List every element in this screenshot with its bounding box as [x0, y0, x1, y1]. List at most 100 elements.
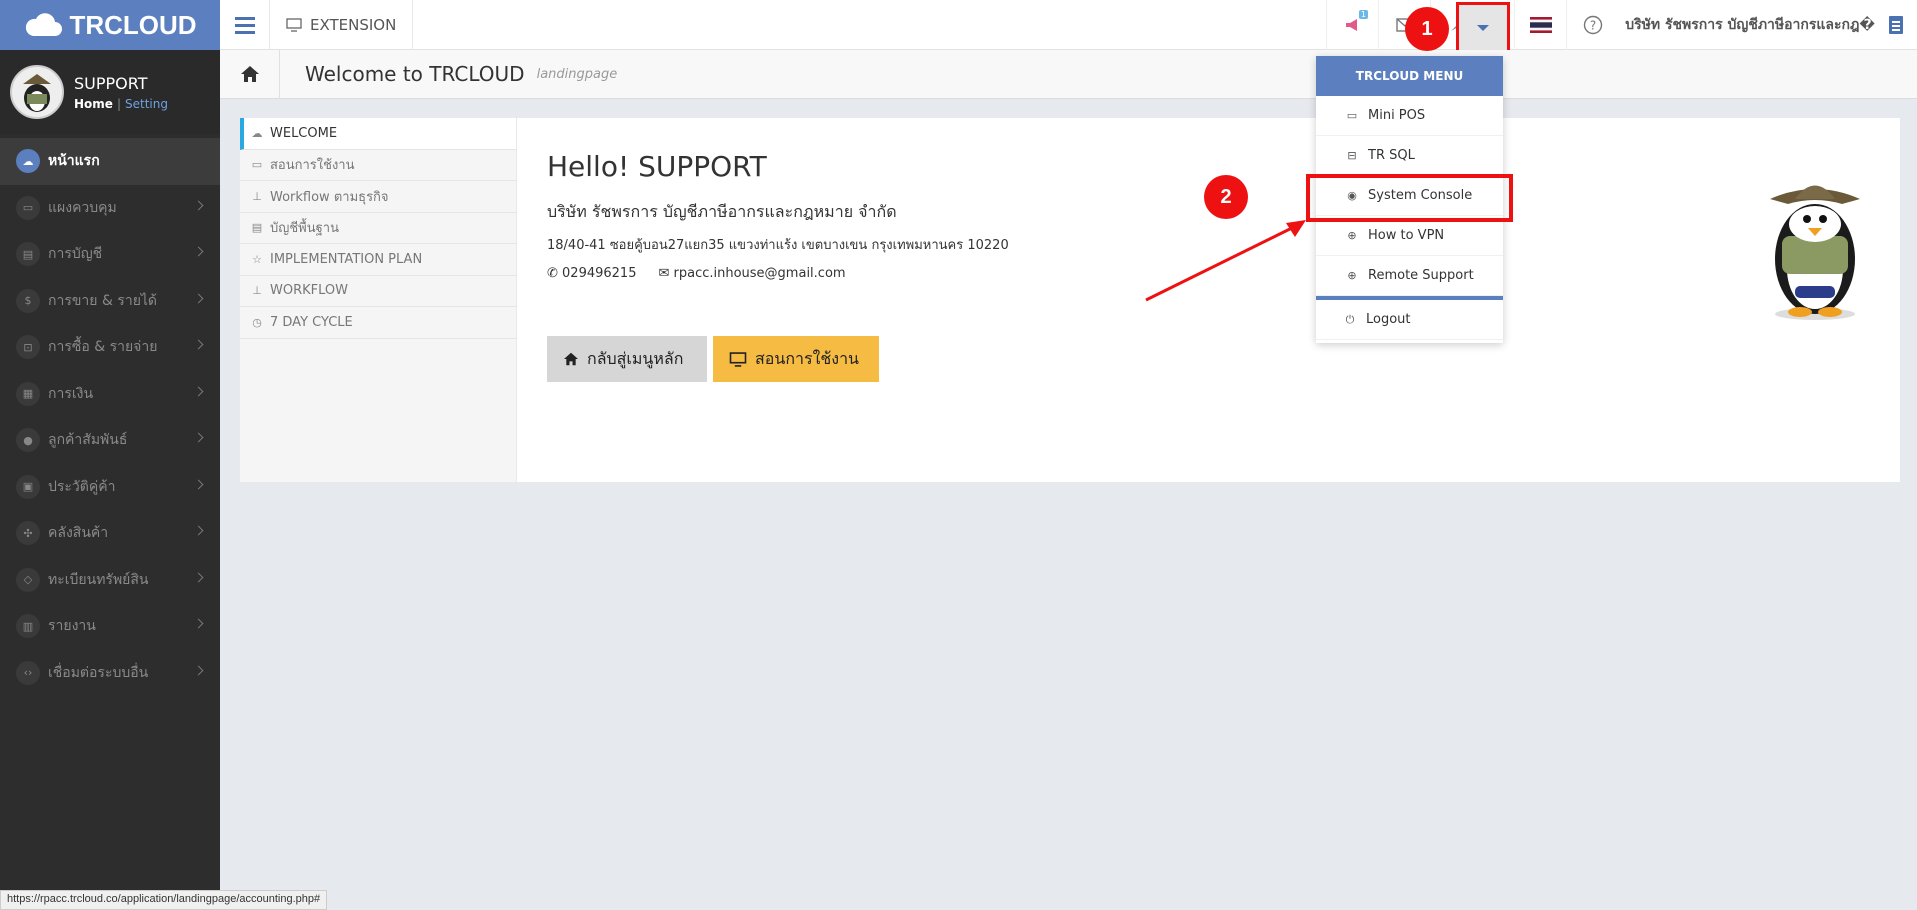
menu-item-label: TR SQL — [1368, 148, 1415, 163]
logo-text: TRCLOUD — [69, 9, 197, 40]
leftmenu-item-tutorial[interactable]: ▭ สอนการใช้งาน — [240, 150, 516, 181]
sidebar-item-partners[interactable]: ▣ ประวัติคู่ค้า — [0, 464, 220, 511]
tutorial-button[interactable]: สอนการใช้งาน — [713, 336, 879, 382]
menu-item-label: Mini POS — [1368, 108, 1426, 123]
sidebar-item-label: การขาย & รายได้ — [48, 292, 158, 309]
clock-icon: ◷ — [252, 315, 262, 329]
extension-label: EXTENSION — [310, 16, 397, 34]
leftmenu-item-workflow[interactable]: ⊥ WORKFLOW — [240, 276, 516, 307]
company-address: 18/40-41 ซอยคู้บอน27แยก35 แขวงท่าแร้ง เข… — [547, 238, 1009, 253]
code-icon: ‹› — [16, 660, 40, 685]
sidebar-item-label: การซื้อ & รายจ่าย — [48, 339, 158, 356]
leftmenu-item-workflow-business[interactable]: ⊥ Workflow ตามธุรกิจ — [240, 181, 516, 213]
button-label: สอนการใช้งาน — [755, 348, 859, 368]
calendar-icon: ▦ — [16, 381, 40, 406]
dropdown-header: TRCLOUD MENU — [1316, 56, 1503, 96]
leftmenu-item-basic-accounting[interactable]: ▤ บัญชีพื้นฐาน — [240, 213, 516, 244]
trcloud-logo[interactable]: TRCLOUD — [0, 0, 220, 50]
sidebar-item-home[interactable]: ☁ หน้าแรก — [0, 138, 220, 185]
building-icon[interactable] — [1889, 16, 1903, 34]
sidebar-item-finance[interactable]: ▦ การเงิน — [0, 371, 220, 418]
contact-icon: ▣ — [16, 474, 40, 499]
sidebar-item-accounting[interactable]: ▤ การบัญชี — [0, 231, 220, 278]
email-contact: ✉ rpacc.inhouse@gmail.com — [658, 266, 845, 281]
cloud-icon: ☁ — [16, 149, 40, 174]
setting-link[interactable]: Setting — [125, 97, 168, 111]
content-panel: ☁ WELCOME ▭ สอนการใช้งาน ⊥ Workflow ตามธุรก… — [240, 118, 1900, 482]
back-to-main-menu-button[interactable]: กลับสู่เมนูหลัก — [547, 336, 707, 382]
sitemap-icon: ⊥ — [252, 189, 262, 203]
profile-panel: SUPPORT Home | Setting — [0, 50, 220, 134]
email-address: rpacc.inhouse@gmail.com — [673, 266, 846, 281]
menu-item-how-to-vpn[interactable]: ⊕ How to VPN — [1316, 216, 1503, 256]
sidebar-item-label: รายงาน — [48, 618, 96, 635]
monitor-icon — [729, 351, 747, 367]
cart-icon: ⊡ — [16, 335, 40, 360]
caret-down-icon — [1477, 25, 1489, 31]
chevron-right-icon — [193, 572, 204, 582]
extension-button[interactable]: EXTENSION — [270, 0, 414, 50]
sidebar-item-crm[interactable]: ● ลูกค้าสัมพันธ์ — [0, 417, 220, 464]
sidebar-item-assets[interactable]: ◇ ทะเบียนทรัพย์สิน — [0, 557, 220, 604]
topbar: EXTENSION 1 ? บริษัท รัชพรการ บัญชีภาษีอ… — [220, 0, 1917, 54]
menu-item-label: Remote Support — [1368, 268, 1474, 283]
menu-item-remote-support[interactable]: ⊕ Remote Support — [1316, 256, 1503, 296]
sidebar-item-label: แผงควบคุม — [48, 199, 117, 216]
chevron-right-icon — [193, 339, 204, 350]
chevron-right-icon — [193, 618, 204, 629]
chevron-right-icon — [193, 665, 204, 675]
sitemap-icon: ⊥ — [252, 284, 262, 298]
cubes-icon: ✣ — [16, 521, 40, 546]
home-icon[interactable] — [220, 49, 280, 99]
dollar-icon: $ — [16, 288, 40, 313]
phone-contact: ✆ 029496215 — [547, 266, 636, 281]
left-menu: ☁ WELCOME ▭ สอนการใช้งาน ⊥ Workflow ตามธุรก… — [240, 118, 517, 482]
sidebar-item-sales[interactable]: $ การขาย & รายได้ — [0, 278, 220, 325]
leftmenu-label: Workflow ตามธุรกิจ — [270, 189, 389, 205]
sidebar-item-label: การเงิน — [48, 385, 94, 402]
hamburger-menu-button[interactable] — [220, 0, 270, 50]
leftmenu-item-welcome[interactable]: ☁ WELCOME — [240, 118, 516, 150]
sidebar-item-integrations[interactable]: ‹› เชื่อมต่อระบบอื่น — [0, 650, 220, 697]
chevron-right-icon — [193, 293, 204, 303]
menu-item-logout[interactable]: ⏻ Logout — [1316, 300, 1503, 340]
megaphone-icon — [1345, 19, 1357, 31]
sidebar: SUPPORT Home | Setting ☁ หน้าแรก ▭ แผงควบคุม… — [0, 50, 220, 910]
sidebar-item-purchase[interactable]: ⊡ การซื้อ & รายจ่าย — [0, 324, 220, 371]
sidebar-item-inventory[interactable]: ✣ คลังสินค้า — [0, 510, 220, 557]
penguin-mascot — [1770, 185, 1860, 320]
question-icon: ? — [1583, 15, 1602, 35]
browser-status-bar: https://rpacc.trcloud.co/application/lan… — [0, 890, 328, 910]
step-marker-1: 1 — [1405, 7, 1449, 51]
monitor-icon: ▭ — [251, 158, 263, 172]
chevron-right-icon — [193, 432, 204, 443]
sidebar-item-reports[interactable]: ▥ รายงาน — [0, 603, 220, 650]
lifebuoy-icon: ⊕ — [1347, 269, 1357, 282]
phone-icon: ✆ — [547, 266, 563, 281]
page-subtitle: landingpage — [536, 66, 618, 82]
menu-item-tr-sql[interactable]: ⊟ TR SQL — [1316, 136, 1503, 176]
thai-flag-icon — [1529, 17, 1552, 33]
avatar[interactable] — [10, 65, 64, 119]
cloud-icon — [26, 13, 63, 36]
trcloud-menu-toggle[interactable] — [1456, 2, 1510, 54]
home-link[interactable]: Home — [74, 97, 113, 111]
sidebar-item-label: เชื่อมต่อระบบอื่น — [48, 664, 149, 681]
greeting-heading: Hello! SUPPORT — [547, 150, 767, 183]
users-icon: ● — [16, 428, 40, 453]
cloud-icon: ☁ — [251, 126, 263, 140]
company-selector[interactable]: บริษัท รัชพรการ บัญชีภาษีอากรและกฎ� — [1625, 0, 1875, 50]
leftmenu-item-implementation-plan[interactable]: ☆ IMPLEMENTATION PLAN — [240, 244, 516, 276]
leftmenu-item-7-day-cycle[interactable]: ◷ 7 DAY CYCLE — [240, 307, 516, 339]
profile-name: SUPPORT — [74, 73, 148, 93]
announcement-button[interactable]: 1 — [1326, 0, 1378, 50]
book-icon: ▤ — [16, 242, 40, 267]
help-button[interactable]: ? — [1566, 0, 1618, 50]
sidebar-item-dashboard[interactable]: ▭ แผงควบคุม — [0, 185, 220, 232]
envelope-icon: ✉ — [658, 266, 674, 281]
leftmenu-label: WELCOME — [270, 125, 338, 141]
language-button[interactable] — [1514, 0, 1566, 50]
chevron-right-icon — [193, 386, 204, 396]
report-icon: ▥ — [16, 614, 40, 639]
menu-item-mini-pos[interactable]: ▭ Mini POS — [1316, 96, 1503, 136]
